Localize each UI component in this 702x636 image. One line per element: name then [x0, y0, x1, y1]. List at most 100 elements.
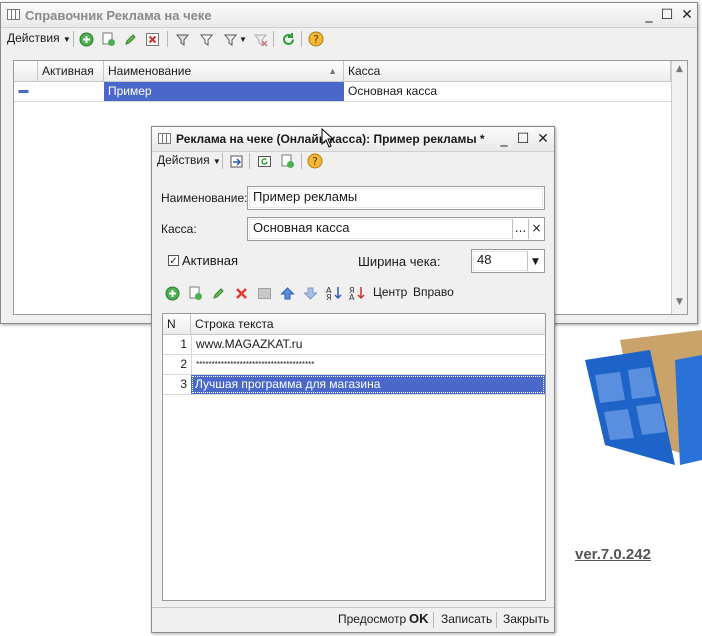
cell-n: 1	[180, 337, 187, 351]
close-dialog-button[interactable]: Закрыть	[503, 610, 549, 628]
dialog-minimize-button[interactable]: _	[496, 131, 512, 147]
cell-register: Основная касса	[348, 84, 438, 98]
help-button[interactable]: ?	[307, 30, 325, 48]
column-header-active[interactable]: Активная	[38, 61, 104, 81]
copy-row-button[interactable]	[186, 284, 204, 302]
end-edit-icon	[257, 287, 271, 299]
column-header-text[interactable]: Строка текста	[191, 314, 545, 334]
sort-asc-button[interactable]: AЯ	[325, 284, 343, 302]
clear-filter-icon	[253, 34, 268, 47]
table-row[interactable]: 1 www.MAGAZKAT.ru	[163, 335, 545, 354]
move-down-button[interactable]	[301, 284, 319, 302]
help-icon: ?	[308, 31, 324, 47]
toolbar-separator	[249, 153, 250, 169]
cell-name: Пример	[104, 82, 344, 101]
column-header-icon[interactable]	[14, 61, 38, 81]
reread-button[interactable]	[255, 152, 273, 170]
preview-button[interactable]: Предосмотр	[338, 610, 406, 628]
sort-icon: ▲	[328, 66, 337, 76]
background-basket-logo	[580, 320, 702, 470]
register-field[interactable]: Основная касса	[247, 217, 545, 241]
width-dropdown-button[interactable]: ▼	[527, 251, 543, 271]
actions-menu[interactable]: Действия ▼	[7, 31, 71, 45]
table-row[interactable]: 2 **************************************	[163, 355, 545, 374]
dialog-actions-menu[interactable]: Действия ▼	[157, 153, 221, 167]
maximize-button[interactable]: ☐	[659, 7, 675, 23]
cell-text: www.MAGAZKAT.ru	[191, 335, 545, 354]
close-button[interactable]: ✕	[679, 7, 695, 23]
row-divider	[163, 394, 545, 395]
svg-text:?: ?	[313, 33, 319, 46]
scroll-down-icon[interactable]: ▼	[672, 297, 687, 311]
pencil-icon	[212, 287, 224, 299]
toolbar-separator	[301, 153, 302, 169]
clear-filter-button[interactable]	[251, 30, 269, 48]
column-header-n[interactable]: N	[163, 314, 191, 334]
toolbar-separator	[222, 153, 223, 169]
chevron-down-icon: ▼	[62, 35, 71, 44]
register-clear-button[interactable]: ×	[528, 219, 544, 239]
save-button[interactable]: Записать	[441, 610, 492, 628]
dialog-close-button[interactable]: ✕	[535, 131, 551, 147]
table-row[interactable]: Пример Основная касса	[14, 82, 671, 101]
catalog-icon	[7, 9, 20, 20]
register-choose-button[interactable]: ...	[512, 219, 528, 239]
hierarchy-button[interactable]	[173, 30, 191, 48]
edit-dialog: Реклама на чеке (Онлайн касса): Пример р…	[151, 126, 555, 633]
delete-button[interactable]	[143, 30, 161, 48]
catalog-titlebar[interactable]: Справочник Реклама на чеке _ ☐ ✕	[1, 3, 697, 28]
align-center-button[interactable]: Центр	[373, 285, 407, 299]
help-icon: ?	[307, 153, 323, 169]
copy-button[interactable]	[99, 30, 117, 48]
add-row-button[interactable]	[163, 284, 181, 302]
sort-desc-button[interactable]: ЯA	[348, 284, 366, 302]
add-button[interactable]	[77, 30, 95, 48]
svg-text:Я: Я	[326, 293, 332, 301]
register-label: Касса:	[161, 222, 197, 236]
svg-text:?: ?	[312, 155, 318, 168]
table-toolbar: AЯ ЯA Центр Вправо	[152, 281, 554, 305]
catalog-scrollbar[interactable]: ▲ ▼	[671, 61, 687, 314]
edit-row-button[interactable]	[209, 284, 227, 302]
column-header-register[interactable]: Касса	[344, 61, 671, 81]
delete-icon	[145, 32, 159, 46]
chevron-down-icon: ▼	[212, 157, 221, 166]
row-state-icon	[14, 82, 38, 101]
actions-menu-label: Действия	[7, 31, 60, 45]
register-value: Основная касса	[253, 220, 350, 235]
save-and-close-button[interactable]	[227, 152, 245, 170]
width-value: 48	[477, 252, 492, 267]
dialog-help-button[interactable]: ?	[306, 152, 324, 170]
active-checkbox[interactable]: ✓	[168, 255, 179, 267]
chevron-down-icon[interactable]: ▼	[239, 35, 247, 44]
footer-separator	[433, 612, 434, 628]
arrow-down-icon	[302, 287, 318, 300]
refresh-icon	[282, 32, 294, 45]
column-header-name-label: Наименование	[108, 64, 192, 78]
version-link[interactable]: ver.7.0.242	[575, 546, 651, 563]
column-header-name[interactable]: Наименование ▲	[104, 61, 344, 81]
toolbar-separator	[167, 31, 168, 47]
dialog-maximize-button[interactable]: ☐	[515, 131, 531, 147]
end-edit-button[interactable]	[255, 284, 273, 302]
filter-menu-button[interactable]	[221, 30, 239, 48]
svg-text:A: A	[349, 293, 355, 301]
item-icon	[18, 90, 29, 93]
dialog-toolbar: Действия ▼ ?	[152, 149, 554, 173]
edit-button[interactable]	[121, 30, 139, 48]
name-field[interactable]: Пример рекламы	[247, 186, 545, 210]
cell-text: Лучшая программа для магазина	[191, 375, 545, 394]
delete-row-button[interactable]	[232, 284, 250, 302]
minimize-button[interactable]: _	[641, 7, 657, 23]
delete-icon	[235, 287, 247, 299]
text-lines-table: N Строка текста 1 www.MAGAZKAT.ru 2 ****…	[162, 313, 546, 601]
table-row[interactable]: 3 Лучшая программа для магазина	[163, 375, 545, 394]
hierarchy-icon	[175, 34, 189, 46]
ok-button[interactable]: OK	[409, 610, 429, 628]
scroll-up-icon[interactable]: ▲	[672, 64, 687, 78]
move-up-button[interactable]	[278, 284, 296, 302]
refresh-button[interactable]	[279, 30, 297, 48]
filter-button[interactable]	[197, 30, 215, 48]
align-right-button[interactable]: Вправо	[413, 285, 454, 299]
copy-item-button[interactable]	[278, 152, 296, 170]
